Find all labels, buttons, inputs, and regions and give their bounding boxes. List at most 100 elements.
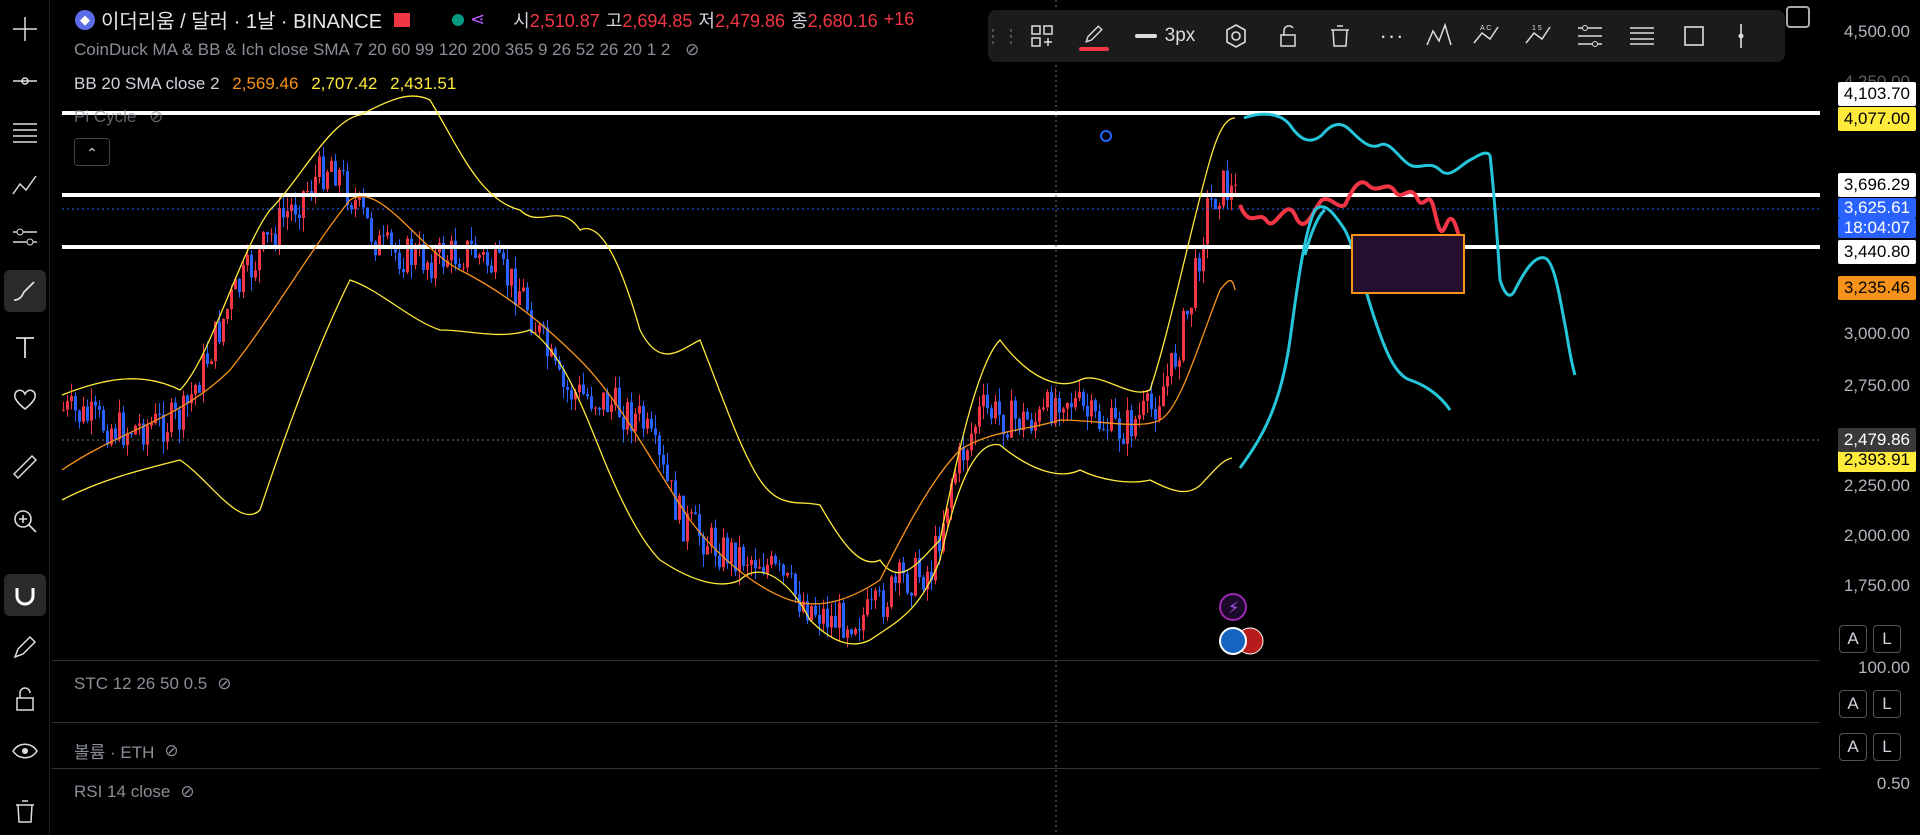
delete-icon[interactable] — [1314, 10, 1366, 62]
rsi-label: RSI 14 close — [74, 782, 171, 801]
fib-retracement-icon[interactable] — [4, 112, 46, 154]
candle-body — [174, 402, 177, 410]
share-icon[interactable]: ⋖ — [470, 9, 485, 30]
candle-body — [974, 426, 977, 434]
candle-body — [1234, 184, 1237, 186]
ruler-icon[interactable] — [4, 446, 46, 488]
candle-body — [1062, 408, 1065, 413]
flag-icon[interactable] — [394, 12, 411, 27]
abcd-icon[interactable]: A C — [1460, 10, 1512, 62]
candle-body — [1142, 400, 1145, 416]
coinduck-label: CoinDuck MA & BB & Ich close SMA 7 20 60… — [74, 40, 671, 59]
price-chart[interactable]: ⚡ — [0, 0, 1920, 835]
hidden-eye-icon[interactable]: ⊘ — [149, 107, 163, 126]
drag-handle-icon[interactable]: ⋮⋮ — [984, 10, 1020, 62]
fullscreen-icon[interactable] — [1786, 6, 1810, 28]
line-width-control[interactable]: 3px — [1120, 10, 1210, 62]
pane-separator[interactable] — [52, 660, 1820, 661]
rsi-pane-legend[interactable]: RSI 14 close ⊘ — [74, 782, 195, 802]
candle-body — [594, 407, 597, 409]
pane-separator[interactable] — [52, 768, 1820, 769]
more-icon[interactable]: ··· — [1366, 10, 1418, 62]
candle-body — [846, 629, 849, 638]
hidden-eye-icon[interactable]: ⊘ — [180, 782, 194, 802]
lock-icon[interactable] — [1262, 10, 1314, 62]
fib-channel-icon[interactable] — [1616, 10, 1668, 62]
stc-pane-legend[interactable]: STC 12 26 50 0.5 ⊘ — [74, 674, 232, 694]
pi-cycle-legend[interactable]: Pi Cycle ⊘ — [74, 107, 163, 127]
elliott-icon[interactable]: 1 5 — [1512, 10, 1564, 62]
candle-body — [750, 559, 753, 565]
edit-lock-icon[interactable] — [4, 626, 46, 668]
log-scale-button[interactable]: L — [1873, 690, 1901, 718]
text-icon[interactable] — [4, 326, 46, 368]
candle-body — [270, 233, 273, 235]
candle-body — [890, 576, 893, 607]
pane-separator[interactable] — [52, 722, 1820, 723]
candle-body — [178, 409, 181, 430]
candle-body — [490, 265, 493, 273]
candle-body — [426, 262, 429, 271]
candle-body — [1114, 407, 1117, 419]
candle-body — [66, 401, 69, 410]
candle-body — [1150, 393, 1153, 410]
auto-scale-button[interactable]: A — [1839, 625, 1867, 653]
ohlc-close: 종2,680.16 — [791, 10, 878, 31]
axis-tick: 1,750.00 — [1843, 576, 1910, 595]
crosshair-icon[interactable] — [4, 8, 46, 50]
log-scale-button[interactable]: L — [1873, 733, 1901, 761]
symbol-legend[interactable]: ◆ 이더리움 / 달러 · 1날 · BINANCE ⋖ 시2,510.87 고… — [75, 5, 914, 34]
settings-icon[interactable] — [1210, 10, 1262, 62]
candle-body — [1110, 407, 1113, 431]
pattern-icon[interactable] — [1418, 10, 1460, 62]
brush-icon[interactable] — [4, 270, 46, 312]
fib-icon[interactable] — [1564, 10, 1616, 62]
candle-body — [794, 573, 797, 595]
candle-body — [118, 412, 121, 439]
candle-body — [114, 428, 117, 439]
candle-body — [210, 361, 213, 365]
pencil-icon[interactable] — [1068, 10, 1120, 62]
eye-icon[interactable] — [4, 730, 46, 772]
candle-body — [578, 384, 581, 393]
candle-body — [250, 254, 253, 278]
magnet-icon[interactable] — [4, 574, 46, 616]
pattern-icon[interactable] — [4, 164, 46, 206]
candle-body — [1190, 307, 1193, 315]
volume-pane-legend[interactable]: 볼륨 · ETH ⊘ — [74, 738, 179, 763]
candle-body — [1126, 410, 1129, 444]
candle-body — [382, 235, 385, 237]
candle-body — [1010, 400, 1013, 438]
vertical-line-icon[interactable] — [1720, 10, 1762, 62]
candle-body — [1170, 352, 1173, 377]
drawing-toolbar: ⋮⋮ 3px ··· A C 1 5 — [984, 10, 1785, 62]
candle-body — [722, 537, 725, 568]
lock-icon[interactable] — [4, 678, 46, 720]
candle-body — [906, 573, 909, 593]
auto-scale-button[interactable]: A — [1839, 690, 1867, 718]
log-scale-button[interactable]: L — [1873, 625, 1901, 653]
candle-body — [518, 291, 521, 305]
heart-icon[interactable] — [4, 378, 46, 420]
bb-indicator-legend[interactable]: BB 20 SMA close 2 2,569.46 2,707.42 2,43… — [74, 74, 456, 94]
hidden-eye-icon[interactable]: ⊘ — [685, 40, 699, 59]
hidden-eye-icon[interactable]: ⊘ — [217, 674, 231, 694]
price-axis[interactable]: 4,500.00 4,250.00 3,000.00 2,750.00 2,25… — [1820, 0, 1920, 835]
candle-body — [894, 576, 897, 583]
ohlc-low: 저2,479.86 — [698, 10, 786, 31]
trash-icon[interactable] — [4, 790, 46, 832]
auto-scale-button[interactable]: A — [1839, 733, 1867, 761]
candle-body — [642, 405, 645, 429]
candle-body — [1106, 429, 1109, 431]
templates-icon[interactable] — [1016, 10, 1068, 62]
hidden-eye-icon[interactable]: ⊘ — [164, 741, 178, 761]
current-price-tag: 3,625.61 — [1837, 198, 1916, 218]
collapse-legend-button[interactable]: ⌃ — [74, 138, 110, 166]
candle-body — [450, 240, 453, 261]
zoom-in-icon[interactable] — [4, 500, 46, 542]
candle-body — [218, 321, 221, 343]
forecast-icon[interactable] — [4, 216, 46, 258]
trend-line-icon[interactable] — [4, 60, 46, 102]
coinduck-indicator-legend[interactable]: CoinDuck MA & BB & Ich close SMA 7 20 60… — [74, 40, 699, 60]
rectangle-icon[interactable] — [1668, 10, 1720, 62]
